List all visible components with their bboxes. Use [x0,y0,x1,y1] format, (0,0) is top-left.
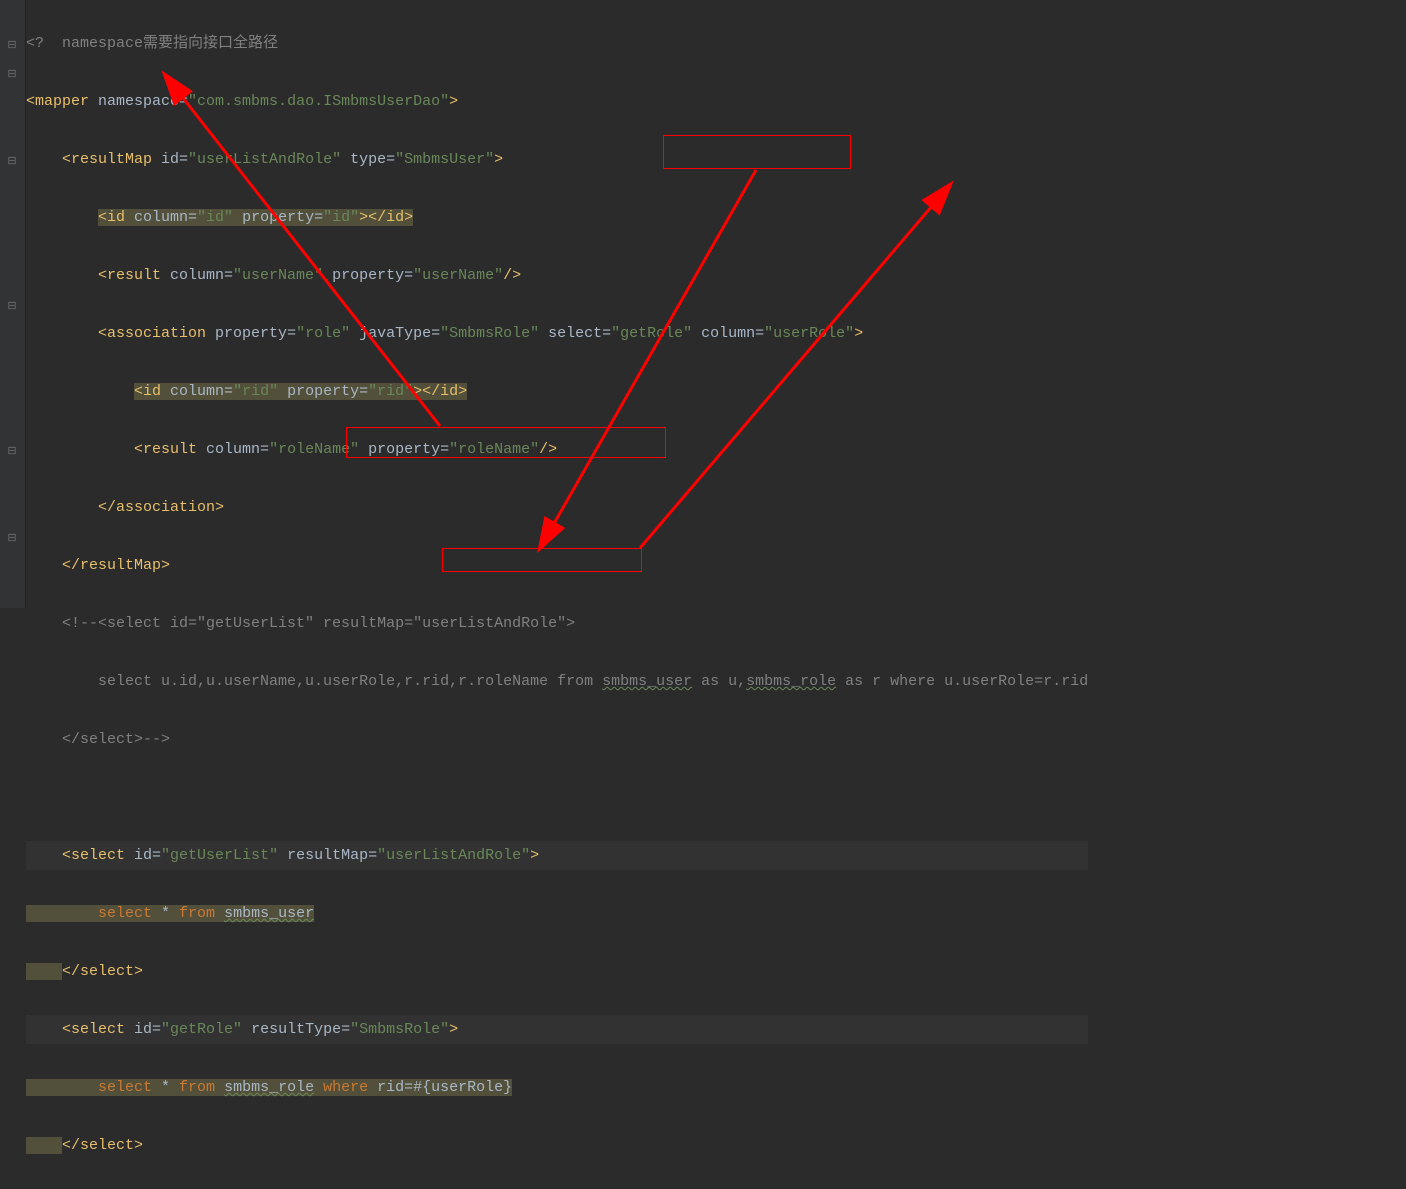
code-line: <? namespace需要指向接口全路径 [26,29,1088,58]
code-line: <result column="roleName" property="role… [26,435,1088,464]
fold-icon[interactable]: ⊟ [6,32,18,42]
code-line: </association> [26,493,1088,522]
code-line: <select id="getUserList" resultMap="user… [26,841,1088,870]
code-line: select * from smbms_user [26,899,1088,928]
code-line: <id column="rid" property="rid"></id> [26,377,1088,406]
code-line: <association property="role" javaType="S… [26,319,1088,348]
fold-icon[interactable]: ⊟ [6,525,18,535]
fold-icon[interactable]: ⊟ [6,438,18,448]
fold-icon[interactable]: ⊟ [6,148,18,158]
code-line: </select>--> [26,725,1088,754]
code-line: <select id="getRole" resultType="SmbmsRo… [26,1015,1088,1044]
code-line: <mapper namespace="com.smbms.dao.ISmbmsU… [26,87,1088,116]
gutter: ⊟ ⊟ ⊟ ⊟ ⊟ ⊟ [0,0,26,608]
code-line: <id column="id" property="id"></id> [26,203,1088,232]
fold-icon[interactable]: ⊟ [6,293,18,303]
code-line: <result column="userName" property="user… [26,261,1088,290]
fold-icon[interactable]: ⊟ [6,61,18,71]
code-line: </select> [26,1131,1088,1160]
code-line: </select> [26,957,1088,986]
code-editor[interactable]: <? namespace需要指向接口全路径 <mapper namespace=… [26,0,1088,1189]
code-line: select u.id,u.userName,u.userRole,r.rid,… [26,667,1088,696]
code-line: </resultMap> [26,551,1088,580]
code-line: select * from smbms_role where rid=#{use… [26,1073,1088,1102]
code-line: <resultMap id="userListAndRole" type="Sm… [26,145,1088,174]
code-line: <!--<select id="getUserList" resultMap="… [26,609,1088,638]
